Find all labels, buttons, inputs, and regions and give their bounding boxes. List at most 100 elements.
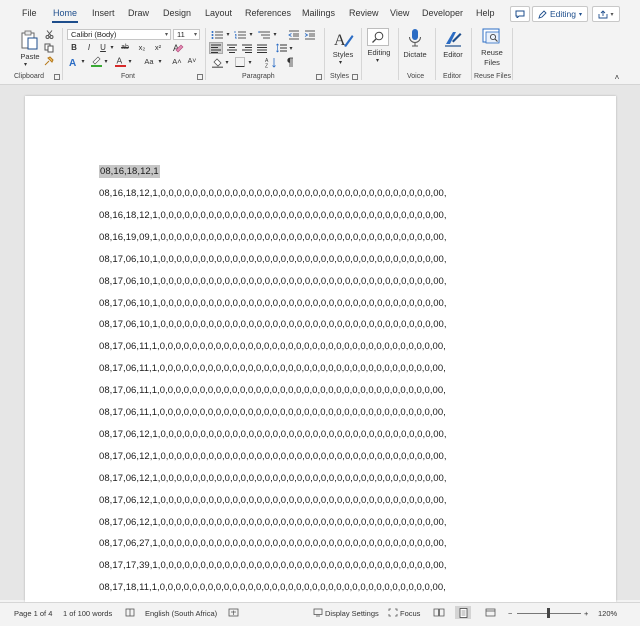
chevron-down-icon[interactable]: ▾ [224, 56, 230, 68]
shrink-font-button[interactable]: A˅ [186, 55, 198, 67]
editing-mode-button[interactable]: Editing ▾ [532, 6, 588, 22]
italic-button[interactable]: I [84, 42, 94, 53]
chevron-down-icon[interactable]: ▾ [109, 42, 115, 53]
decrease-indent-button[interactable] [288, 29, 300, 40]
selected-text[interactable]: 08,16,18,12,1 [99, 165, 160, 178]
cut-button[interactable] [44, 29, 54, 39]
highlight-color-button[interactable] [90, 55, 102, 67]
center-button[interactable] [226, 42, 238, 54]
text-effects-button[interactable]: A [67, 55, 79, 67]
document-line[interactable]: 08,17,17,39,1,0,0,0,0,0,0,0,0,0,0,0,0,0,… [99, 560, 447, 571]
focus-icon[interactable] [388, 608, 398, 619]
font-name-combo[interactable]: Calibri (Body) ▾ [67, 29, 171, 40]
tab-home[interactable]: Home [53, 8, 77, 18]
numbering-button[interactable] [233, 29, 247, 40]
document-line[interactable]: 08,17,06,11,1,0,0,0,0,0,0,0,0,0,0,0,0,0,… [99, 407, 446, 418]
grow-font-button[interactable]: A˄ [171, 55, 183, 67]
chevron-down-icon[interactable]: ▾ [103, 55, 109, 67]
chevron-down-icon[interactable]: ▾ [247, 56, 253, 68]
font-size-combo[interactable]: 11 ▾ [173, 29, 200, 40]
collapse-ribbon-icon[interactable]: ˄ [612, 72, 622, 82]
editing-button[interactable] [367, 28, 389, 46]
accessibility-icon[interactable] [228, 608, 239, 620]
justify-button[interactable] [256, 42, 268, 54]
format-painter-button[interactable] [44, 56, 54, 66]
editor-button[interactable] [442, 27, 464, 49]
document-page[interactable]: 08,16,18,12,1 08,16,18,12,1,0,0,0,0,0,0,… [25, 96, 616, 602]
chevron-down-icon[interactable]: ▾ [80, 55, 86, 67]
chevron-down-icon[interactable]: ▾ [339, 59, 342, 66]
document-line[interactable]: 08,17,06,12,1,0,0,0,0,0,0,0,0,0,0,0,0,0,… [99, 495, 447, 506]
zoom-level[interactable]: 120% [598, 609, 617, 618]
chevron-down-icon[interactable]: ▾ [248, 29, 254, 40]
chevron-down-icon[interactable]: ▾ [288, 42, 294, 54]
line-spacing-button[interactable] [275, 42, 287, 54]
zoom-out-button[interactable]: − [508, 609, 512, 618]
reuse-files-button[interactable] [481, 27, 503, 47]
tab-developer[interactable]: Developer [422, 8, 463, 18]
share-button[interactable]: ▾ [592, 6, 620, 22]
bold-button[interactable]: B [69, 42, 79, 53]
bullets-button[interactable] [210, 29, 224, 40]
styles-dialog-launcher[interactable] [352, 74, 358, 80]
borders-button[interactable] [234, 56, 246, 68]
chevron-down-icon[interactable]: ▾ [376, 57, 379, 64]
document-line[interactable]: 08,17,06,12,1,0,0,0,0,0,0,0,0,0,0,0,0,0,… [99, 451, 447, 462]
underline-button[interactable]: U [98, 42, 108, 53]
chevron-down-icon[interactable]: ▾ [157, 55, 163, 67]
dictate-button[interactable] [405, 27, 425, 49]
document-line[interactable]: 08,17,06,11,1,0,0,0,0,0,0,0,0,0,0,0,0,0,… [99, 363, 446, 374]
document-line[interactable]: 08,17,06,10,1,0,0,0,0,0,0,0,0,0,0,0,0,0,… [99, 319, 447, 330]
chevron-down-icon[interactable]: ▾ [127, 55, 133, 67]
font-color-button[interactable]: A [114, 55, 126, 67]
chevron-down-icon[interactable]: ▾ [225, 29, 231, 40]
document-line[interactable]: 08,17,18,11,1,0,0,0,0,0,0,0,0,0,0,0,0,0,… [99, 582, 446, 593]
document-line[interactable]: 08,17,06,11,1,0,0,0,0,0,0,0,0,0,0,0,0,0,… [99, 341, 446, 352]
styles-button[interactable]: A [331, 28, 355, 50]
word-count[interactable]: 1 of 100 words [63, 609, 112, 618]
read-mode-icon[interactable] [433, 608, 445, 619]
document-line[interactable]: 08,17,06,12,1,0,0,0,0,0,0,0,0,0,0,0,0,0,… [99, 517, 447, 528]
document-line[interactable]: 08,17,06,10,1,0,0,0,0,0,0,0,0,0,0,0,0,0,… [99, 276, 447, 287]
chevron-down-icon[interactable]: ▾ [24, 61, 27, 68]
tab-mailings[interactable]: Mailings [302, 8, 335, 18]
language-indicator[interactable]: English (South Africa) [145, 609, 217, 618]
document-line[interactable]: 08,17,06,12,1,0,0,0,0,0,0,0,0,0,0,0,0,0,… [99, 473, 447, 484]
superscript-button[interactable]: x² [152, 42, 164, 53]
document-line[interactable]: 08,16,18,12,1,0,0,0,0,0,0,0,0,0,0,0,0,0,… [99, 210, 447, 221]
tab-design[interactable]: Design [163, 8, 191, 18]
print-layout-icon[interactable] [455, 606, 471, 619]
align-left-button[interactable] [209, 42, 223, 54]
tab-draw[interactable]: Draw [128, 8, 149, 18]
comments-button[interactable] [510, 6, 530, 22]
multilevel-list-button[interactable] [257, 29, 271, 40]
align-right-button[interactable] [241, 42, 253, 54]
document-line[interactable]: 08,17,06,12,1,0,0,0,0,0,0,0,0,0,0,0,0,0,… [99, 429, 447, 440]
page-count[interactable]: Page 1 of 4 [14, 609, 52, 618]
document-line[interactable]: 08,17,06,27,1,0,0,0,0,0,0,0,0,0,0,0,0,0,… [99, 538, 447, 549]
document-line[interactable]: 08,17,06,11,1,0,0,0,0,0,0,0,0,0,0,0,0,0,… [99, 385, 446, 396]
chevron-down-icon[interactable]: ▾ [272, 29, 278, 40]
focus-button[interactable]: Focus [400, 609, 420, 618]
document-line[interactable]: 08,17,06,10,1,0,0,0,0,0,0,0,0,0,0,0,0,0,… [99, 298, 447, 309]
tab-file[interactable]: File [22, 8, 37, 18]
paste-button[interactable] [18, 28, 40, 52]
tab-help[interactable]: Help [476, 8, 495, 18]
shading-button[interactable] [211, 56, 223, 68]
web-layout-icon[interactable] [485, 608, 496, 619]
document-line[interactable]: 08,16,19,09,1,0,0,0,0,0,0,0,0,0,0,0,0,0,… [99, 232, 447, 243]
clear-formatting-button[interactable]: A [171, 41, 185, 53]
document-line[interactable]: 08,17,06,10,1,0,0,0,0,0,0,0,0,0,0,0,0,0,… [99, 254, 447, 265]
tab-insert[interactable]: Insert [92, 8, 115, 18]
tab-references[interactable]: References [245, 8, 291, 18]
selected-text-line[interactable]: 08,16,18,12,1 [99, 165, 160, 178]
show-formatting-button[interactable] [285, 56, 295, 68]
tab-layout[interactable]: Layout [205, 8, 232, 18]
clipboard-dialog-launcher[interactable] [54, 74, 60, 80]
copy-button[interactable] [44, 43, 54, 53]
change-case-button[interactable]: Aa [141, 55, 157, 67]
sort-button[interactable]: AZ [264, 56, 278, 68]
font-dialog-launcher[interactable] [197, 74, 203, 80]
tab-review[interactable]: Review [349, 8, 379, 18]
tab-view[interactable]: View [390, 8, 409, 18]
